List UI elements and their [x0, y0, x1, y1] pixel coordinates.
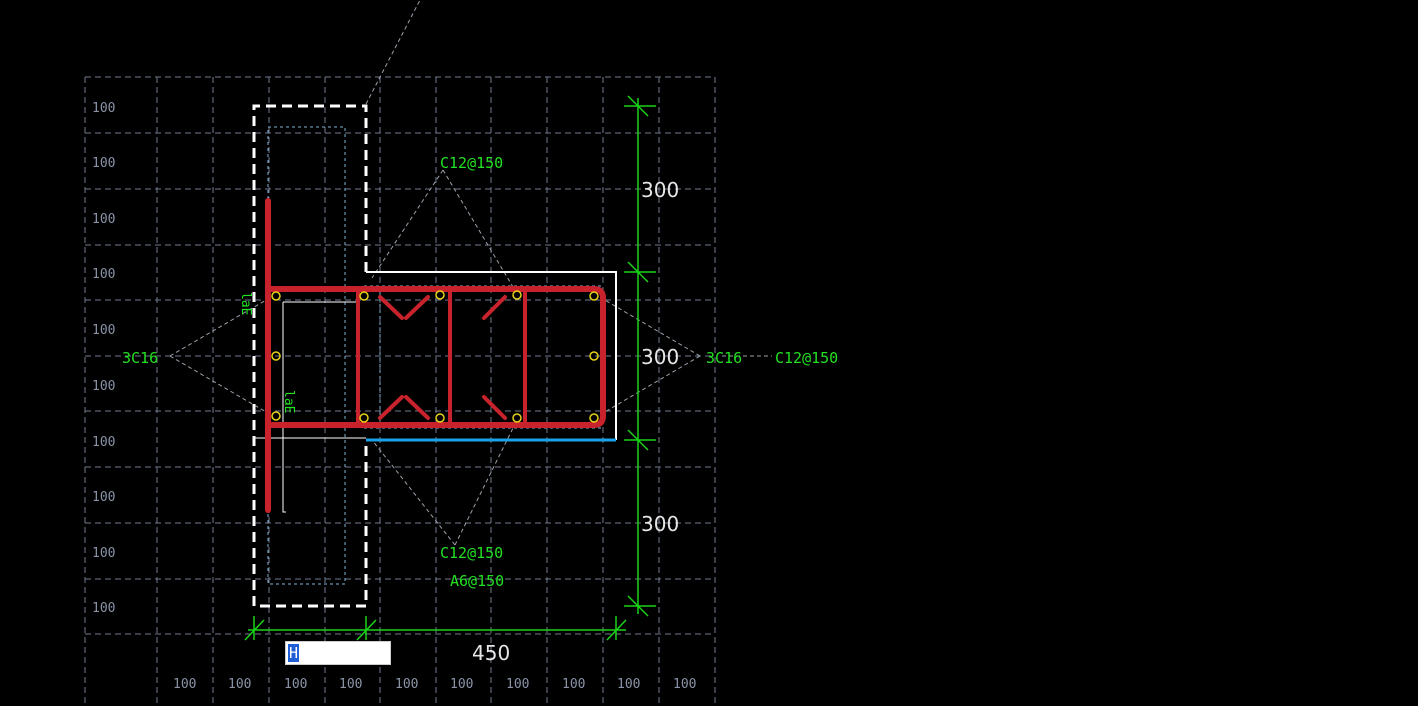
- dimension-vertical-2[interactable]: 300: [641, 345, 679, 369]
- rebar-node: [271, 411, 281, 421]
- tie-bar-label[interactable]: A6@150: [450, 572, 504, 590]
- lap-length-label: laE: [281, 390, 296, 413]
- grid-row-label: 100: [92, 546, 115, 561]
- grid-row-label: 100: [92, 323, 115, 338]
- grid-col-label: 100: [395, 677, 418, 692]
- grid-col-label: 100: [228, 677, 251, 692]
- grid-col-label: 100: [339, 677, 362, 692]
- grid-row-label: 100: [92, 435, 115, 450]
- rebar-node: [589, 413, 599, 423]
- grid-row-label: 100: [92, 156, 115, 171]
- grid-col-label: 100: [284, 677, 307, 692]
- grid-row-label: 100: [92, 490, 115, 505]
- top-stirrup-label[interactable]: C12@150: [440, 154, 503, 172]
- right-rebar-label[interactable]: 3C16: [706, 349, 742, 367]
- grid-col-label: 100: [450, 677, 473, 692]
- rebar-node: [512, 290, 522, 300]
- dimension-input[interactable]: [285, 641, 391, 665]
- cad-drawing-canvas[interactable]: 100 100 100 100 100 100 100 100 100 100 …: [0, 0, 1418, 706]
- grid-row-label: 100: [92, 601, 115, 616]
- right-stirrup-label[interactable]: C12@150: [775, 349, 838, 367]
- grid-col-label: 100: [617, 677, 640, 692]
- rebar-node: [435, 290, 445, 300]
- rebar-node: [512, 413, 522, 423]
- grid-col-label: 100: [506, 677, 529, 692]
- grid-row-label: 100: [92, 267, 115, 282]
- bottom-stirrup-label[interactable]: C12@150: [440, 544, 503, 562]
- lap-length-label: laE: [238, 292, 253, 315]
- left-rebar-label[interactable]: 3C16: [122, 349, 158, 367]
- dimension-vertical-1[interactable]: 300: [641, 178, 679, 202]
- rebar-node: [359, 413, 369, 423]
- grid-row-label: 100: [92, 212, 115, 227]
- rebar-node: [271, 291, 281, 301]
- flange-outline: [254, 271, 617, 513]
- grid-col-label: 100: [562, 677, 585, 692]
- dimension-vertical-3[interactable]: 300: [641, 512, 679, 536]
- rebar-node: [589, 291, 599, 301]
- grid-row-label: 100: [92, 101, 115, 116]
- grid-row-label: 100: [92, 379, 115, 394]
- rebar-node: [435, 413, 445, 423]
- rebar-node: [359, 291, 369, 301]
- dimension-horizontal[interactable]: 450: [472, 641, 510, 665]
- grid: [84, 76, 716, 706]
- grid-col-label: 100: [673, 677, 696, 692]
- grid-col-label: 100: [173, 677, 196, 692]
